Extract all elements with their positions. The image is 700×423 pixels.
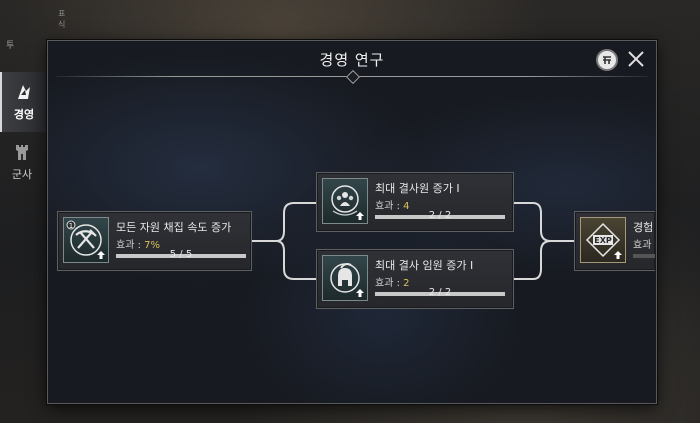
- castle-tower-icon: [16, 145, 28, 160]
- upgrade-arrow-icon: [356, 212, 364, 220]
- research-icon-box: [322, 178, 368, 224]
- research-icon-box: [322, 255, 368, 301]
- svg-text:1: 1: [69, 222, 73, 230]
- research-effect: 효과: [633, 240, 652, 251]
- svg-text:EXP: EXP: [594, 236, 612, 245]
- research-icon-box: 1: [63, 217, 109, 263]
- research-name: 최대 결사원 증가 I: [375, 182, 460, 195]
- sidebar-item-management[interactable]: 경영: [0, 72, 46, 132]
- research-card-gather-speed[interactable]: 1 모든 자원 채집 속도 증가 효과 : 7% 5 / 5: [57, 211, 252, 271]
- research-card-max-members[interactable]: 최대 결사원 증가 I 효과 : 4 2 / 2: [316, 172, 514, 232]
- top-fragment-label: 투: [6, 41, 15, 51]
- research-progress-bar: [633, 254, 655, 258]
- upgrade-arrow-icon: [97, 251, 105, 259]
- sidebar-item-military[interactable]: 군사: [0, 132, 44, 192]
- sidebar-item-label: 군사: [11, 168, 33, 181]
- upgrade-arrow-icon: [614, 251, 622, 259]
- research-progress-text: 2 / 2: [428, 210, 452, 221]
- management-research-panel: 경영 연구 1 모든 자원 채집 속도 증가 효과: 7% 5 / 5 최대 …: [47, 40, 657, 404]
- research-name: 경험: [633, 221, 654, 234]
- top-fragment-sub: 표식: [58, 9, 66, 29]
- research-card-exp[interactable]: EXP 경험 효과: [574, 211, 655, 271]
- research-progress-text: 2 / 2: [428, 287, 452, 298]
- side-nav: 경영 군사: [0, 72, 48, 192]
- research-name: 모든 자원 채집 속도 증가: [116, 221, 232, 234]
- research-name: 최대 결사 임원 증가 I: [375, 259, 474, 272]
- top-left-fragment: 투 표식: [0, 0, 65, 56]
- sidebar-item-label: 경영: [13, 108, 35, 121]
- research-card-max-officers[interactable]: 최대 결사 임원 증가 I 효과 : 2 2 / 2: [316, 249, 514, 309]
- research-icon-box: EXP: [580, 217, 626, 263]
- research-progress-text: 5 / 5: [169, 249, 193, 260]
- upgrade-arrow-icon: [356, 289, 364, 297]
- management-icon: [18, 85, 30, 99]
